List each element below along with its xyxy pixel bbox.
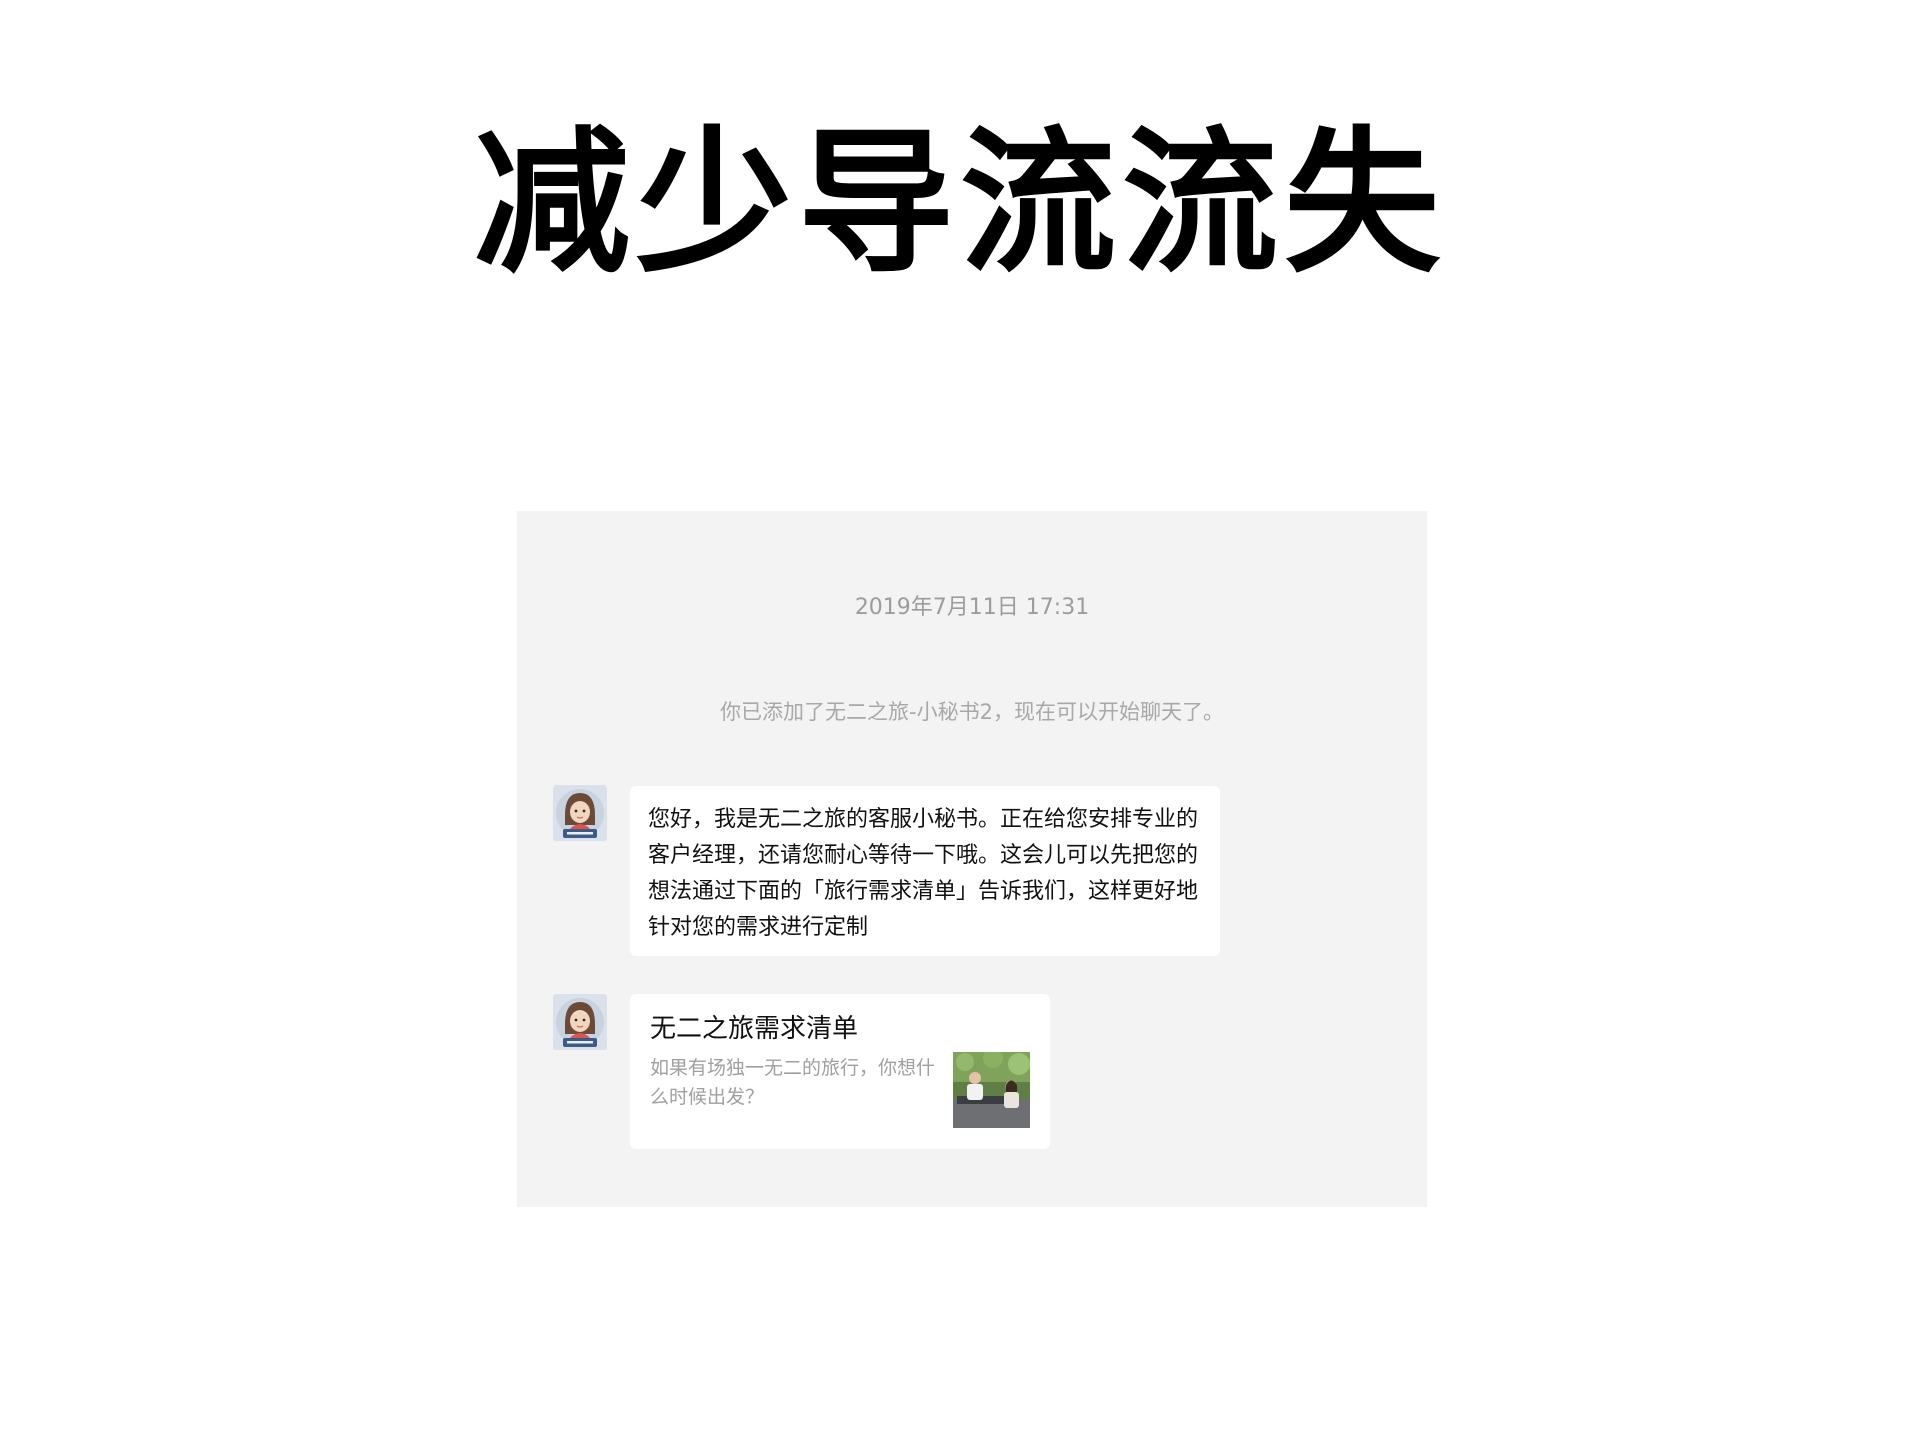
chat-panel: 2019年7月11日 17:31 你已添加了无二之旅-小秘书2，现在可以开始聊天… <box>517 511 1427 1207</box>
link-card[interactable]: 无二之旅需求清单 如果有场独一无二的旅行，你想什么时候出发？ <box>630 994 1050 1149</box>
avatar-icon[interactable] <box>553 785 607 841</box>
photo-thumbnail-icon <box>953 1052 1030 1128</box>
card-description: 如果有场独一无二的旅行，你想什么时候出发？ <box>650 1057 936 1108</box>
slide-title: 减少导流流失 <box>474 112 1446 294</box>
avatar-icon[interactable] <box>553 994 607 1050</box>
chat-timestamp: 2019年7月11日 17:31 <box>854 595 1090 620</box>
card-title: 无二之旅需求清单 <box>650 1014 859 1044</box>
message-bubble[interactable]: 您好，我是无二之旅的客服小秘书。正在给您安排专业的客户经理，还请您耐心等待一下哦… <box>630 786 1220 956</box>
message-text: 您好，我是无二之旅的客服小秘书。正在给您安排专业的客户经理，还请您耐心等待一下哦… <box>648 807 1199 940</box>
system-notice: 你已添加了无二之旅-小秘书2，现在可以开始聊天了。 <box>720 700 1224 724</box>
